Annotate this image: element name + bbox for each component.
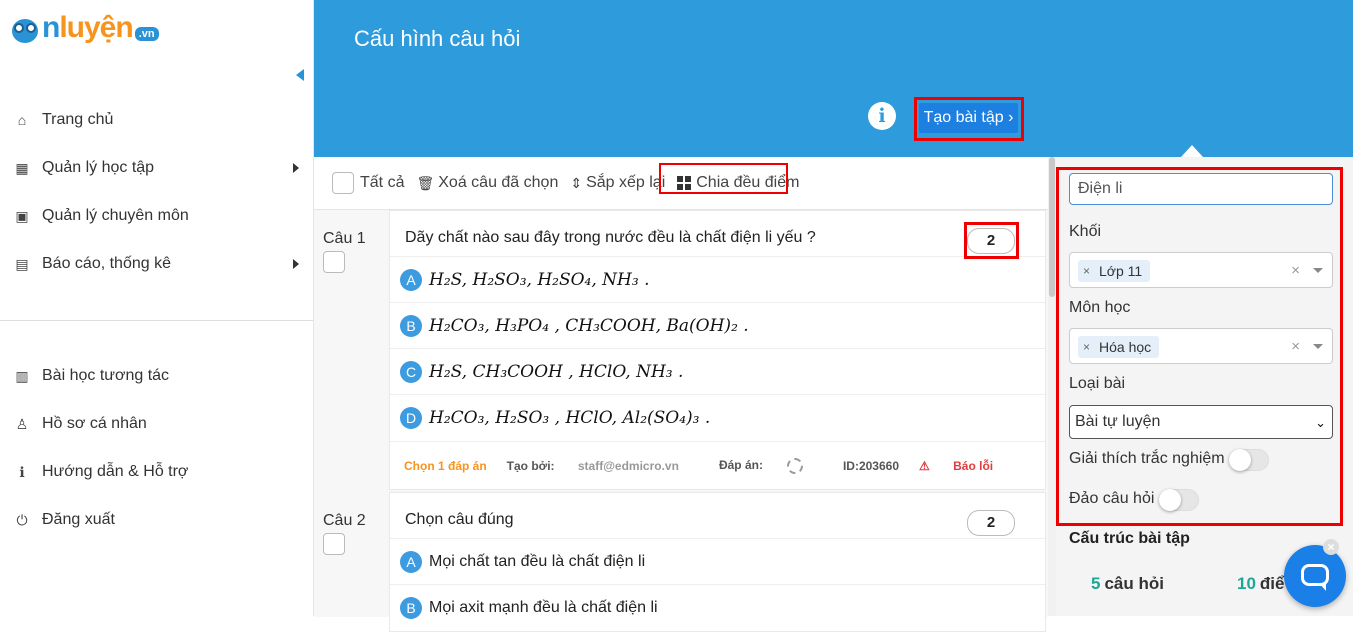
sidebar-item-help[interactable]: ℹ Hướng dẫn & Hỗ trợ bbox=[0, 448, 313, 496]
scrollbar-thumb[interactable] bbox=[1049, 157, 1055, 297]
highlight-box bbox=[964, 222, 1019, 259]
question-id: ID:203660 bbox=[842, 458, 899, 473]
submenu-caret-icon bbox=[293, 163, 299, 173]
highlight-box bbox=[914, 97, 1024, 141]
sidebar-item-professional-management[interactable]: ▣ Quản lý chuyên môn bbox=[0, 192, 313, 240]
help-icon: ℹ bbox=[19, 463, 25, 480]
school-icon: ▦ bbox=[15, 159, 29, 176]
sidebar-nav-secondary: ▥ Bài học tương tác ♙ Hồ sơ cá nhân ℹ Hư… bbox=[0, 352, 313, 544]
sidebar-item-learning-management[interactable]: ▦ Quản lý học tập bbox=[0, 144, 313, 192]
logo-text: nluyện bbox=[42, 11, 134, 44]
question-text: Dãy chất nào sau đây trong nước đều là c… bbox=[405, 229, 816, 246]
structure-title: Cấu trúc bài tập bbox=[1069, 530, 1190, 547]
sidebar-nav-main: ⌂ Trang chủ ▦ Quản lý học tập ▣ Quản lý … bbox=[0, 96, 313, 288]
question-checkbox[interactable] bbox=[323, 251, 345, 273]
select-all-label: Tất cả bbox=[360, 174, 405, 191]
option-content: H₂CO₃, H₂SO₃ , HClO, Al₂(SO₄)₃ . bbox=[429, 407, 711, 428]
option-content: H₂CO₃, H₃PO₄ , CH₃COOH, Ba(OH)₂ . bbox=[429, 315, 749, 336]
logo[interactable]: nluyện .vn bbox=[10, 10, 159, 46]
sidebar-item-logout[interactable]: ⏻ Đăng xuất bbox=[0, 496, 313, 544]
option-content: Mọi axit mạnh đều là chất điện li bbox=[429, 598, 658, 616]
question-number: Câu 2 bbox=[323, 512, 366, 529]
score-input[interactable]: 2 bbox=[967, 510, 1015, 536]
highlight-box bbox=[659, 163, 788, 194]
report-error-link[interactable]: ⚠ Báo lỗi bbox=[919, 459, 1013, 473]
page-title: Cấu hình câu hỏi bbox=[354, 26, 521, 51]
delete-selected-button[interactable]: 🗑 Xoá câu đã chọn bbox=[416, 174, 558, 192]
warning-icon: ⚠ bbox=[919, 458, 930, 473]
option-letter: C bbox=[400, 360, 422, 383]
option-letter: A bbox=[400, 268, 422, 291]
sidebar-item-home[interactable]: ⌂ Trang chủ bbox=[0, 96, 313, 144]
option-content: Mọi chất tan đều là chất điện li bbox=[429, 552, 646, 570]
power-icon: ⏻ bbox=[16, 511, 28, 528]
question-meta: Chọn 1 đáp án Tạo bởi: staff@edmicro.vn … bbox=[390, 441, 1045, 489]
option-content: H₂S, CH₃COOH , HClO, NH₃ . bbox=[429, 361, 684, 382]
question-item: Câu 2 Chọn câu đúng 2 A Mọi chất tan đều… bbox=[314, 492, 1048, 632]
report-icon: ▤ bbox=[15, 255, 29, 272]
question-card: Chọn câu đúng 2 A Mọi chất tan đều là ch… bbox=[389, 492, 1046, 632]
submenu-caret-icon bbox=[293, 259, 299, 269]
option-letter: B bbox=[400, 314, 422, 337]
sidebar-item-interactive-lessons[interactable]: ▥ Bài học tương tác bbox=[0, 352, 313, 400]
checkbox[interactable] bbox=[332, 172, 354, 194]
sidebar-item-label: Báo cáo, thống kê bbox=[42, 255, 171, 272]
sidebar-item-label: Quản lý chuyên môn bbox=[42, 207, 189, 224]
owl-logo-icon bbox=[10, 13, 40, 43]
trash-icon: 🗑 bbox=[416, 174, 435, 191]
answer-option[interactable]: A H₂S, H₂SO₃, H₂SO₄, NH₃ . bbox=[390, 256, 1045, 302]
question-number: Câu 1 bbox=[323, 230, 366, 247]
sidebar-item-reports[interactable]: ▤ Báo cáo, thống kê bbox=[0, 240, 313, 288]
interactive-lesson-icon: ▥ bbox=[15, 367, 29, 384]
answer-key: Đáp án: bbox=[719, 457, 823, 474]
point-count-stat: 10 điể bbox=[1237, 574, 1285, 593]
sort-icon: ⇕ bbox=[570, 174, 583, 191]
page-header: Cấu hình câu hỏi bbox=[314, 0, 1353, 157]
sidebar-item-label: Hướng dẫn & Hỗ trợ bbox=[42, 463, 189, 480]
answer-option[interactable]: B H₂CO₃, H₃PO₄ , CH₃COOH, Ba(OH)₂ . bbox=[390, 302, 1045, 348]
collapse-sidebar-icon[interactable] bbox=[296, 69, 304, 81]
sidebar: nluyện .vn ⌂ Trang chủ ▦ Quản lý học tập… bbox=[0, 0, 314, 616]
sidebar-item-label: Trang chủ bbox=[42, 111, 114, 128]
chat-button[interactable] bbox=[1284, 545, 1346, 607]
answer-option[interactable]: C H₂S, CH₃COOH , HClO, NH₃ . bbox=[390, 348, 1045, 394]
loading-icon bbox=[786, 457, 803, 474]
reorder-button[interactable]: ⇕ Sắp xếp lại bbox=[570, 174, 665, 192]
reorder-label: Sắp xếp lại bbox=[586, 174, 666, 191]
option-letter: A bbox=[400, 550, 422, 573]
question-list: Câu 1 Dãy chất nào sau đây trong nước đề… bbox=[314, 209, 1048, 632]
highlight-box bbox=[1056, 167, 1343, 526]
panel-notch bbox=[1181, 145, 1203, 157]
answer-option[interactable]: A Mọi chất tan đều là chất điện li bbox=[390, 538, 1045, 584]
sidebar-item-profile[interactable]: ♙ Hồ sơ cá nhân bbox=[0, 400, 313, 448]
sidebar-item-label: Bài học tương tác bbox=[42, 367, 170, 384]
sidebar-item-label: Quản lý học tập bbox=[42, 159, 155, 176]
question-checkbox[interactable] bbox=[323, 533, 345, 555]
option-letter: D bbox=[400, 406, 422, 429]
logo-tld: .vn bbox=[134, 27, 159, 41]
select-all-checkbox[interactable]: Tất cả bbox=[332, 172, 404, 194]
question-item: Câu 1 Dãy chất nào sau đây trong nước đề… bbox=[314, 210, 1048, 492]
calendar-icon: ▣ bbox=[15, 207, 29, 224]
question-list-scrollbar[interactable] bbox=[1048, 157, 1056, 616]
option-letter: B bbox=[400, 596, 422, 619]
question-count-stat: 5 câu hỏi bbox=[1091, 574, 1164, 593]
close-icon[interactable]: × bbox=[1323, 539, 1339, 555]
answer-option[interactable]: D H₂CO₃, H₂SO₃ , HClO, Al₂(SO₄)₃ . bbox=[390, 394, 1045, 440]
answer-count: Chọn 1 đáp án bbox=[404, 458, 487, 473]
answer-option[interactable]: B Mọi axit mạnh đều là chất điện li bbox=[390, 584, 1045, 630]
delete-selected-label: Xoá câu đã chọn bbox=[438, 174, 559, 191]
question-text: Chọn câu đúng bbox=[405, 511, 514, 528]
question-card: Dãy chất nào sau đây trong nước đều là c… bbox=[389, 210, 1046, 490]
info-icon[interactable]: i bbox=[868, 102, 896, 130]
home-icon: ⌂ bbox=[17, 112, 27, 128]
created-by: Tạo bởi: staff@edmicro.vn bbox=[506, 458, 679, 473]
sidebar-item-label: Hồ sơ cá nhân bbox=[42, 415, 147, 432]
user-icon: ♙ bbox=[15, 415, 29, 432]
sidebar-divider bbox=[0, 320, 313, 321]
option-content: H₂S, H₂SO₃, H₂SO₄, NH₃ . bbox=[429, 269, 650, 290]
sidebar-item-label: Đăng xuất bbox=[42, 511, 115, 528]
